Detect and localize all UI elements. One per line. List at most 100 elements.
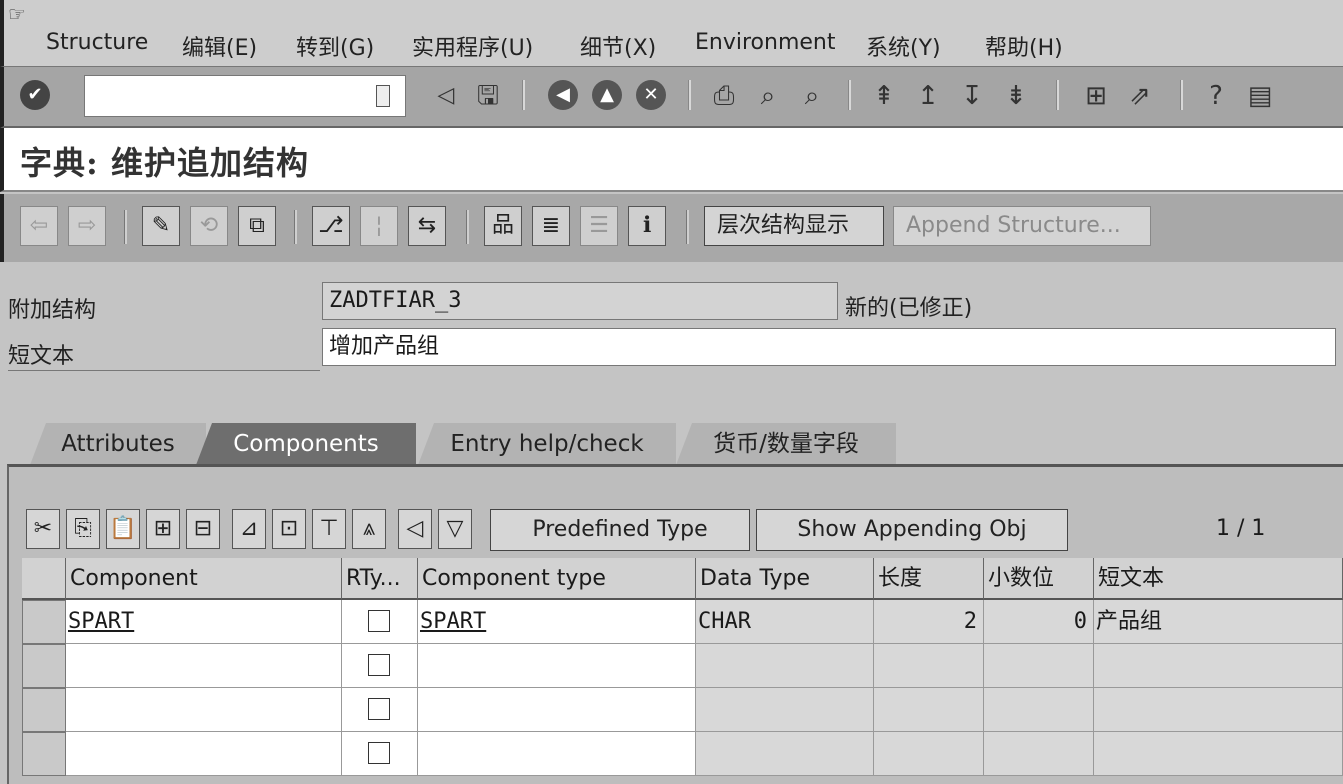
print-icon[interactable]: ⎙	[708, 78, 740, 114]
menu-corner-icon[interactable]: ☞	[8, 2, 26, 26]
save-icon[interactable]: 🖫	[472, 78, 504, 114]
tab-right-icon[interactable]: ▽	[438, 509, 472, 549]
append-structure-button[interactable]: Append Structure...	[893, 206, 1151, 246]
rtype-checkbox[interactable]	[368, 610, 390, 632]
column-header-decimals[interactable]: 小数位	[984, 558, 1094, 600]
column-header-data-type[interactable]: Data Type	[696, 558, 874, 600]
column-header-component[interactable]: Component	[66, 558, 342, 600]
menu-structure[interactable]: Structure	[46, 30, 148, 55]
activate-icon[interactable]: ⎇	[312, 206, 350, 246]
rtype-cell	[342, 644, 418, 688]
cut-row-icon[interactable]: ✂	[26, 509, 60, 549]
command-history-icon[interactable]	[376, 85, 390, 107]
collapse-icon[interactable]: ⩓	[352, 509, 386, 549]
menu-system[interactable]: 系统(Y)	[866, 30, 941, 62]
predefined-type-button[interactable]: Predefined Type	[490, 509, 750, 551]
menu-details[interactable]: 细节(X)	[580, 30, 656, 62]
menu-environment[interactable]: Environment	[695, 30, 835, 55]
last-page-icon[interactable]: ⇟	[1000, 78, 1032, 114]
component-cell[interactable]	[66, 688, 342, 732]
append-structure-field: ZADTFIAR_3	[322, 282, 838, 320]
back-arrow-icon[interactable]: ⇦	[20, 206, 58, 246]
column-header-length[interactable]: 长度	[874, 558, 984, 600]
new-session-icon[interactable]: ⊞	[1080, 78, 1112, 114]
component-type-cell[interactable]	[418, 732, 696, 776]
rtype-checkbox[interactable]	[368, 698, 390, 720]
data-type-cell	[696, 732, 874, 776]
menu-utilities[interactable]: 实用程序(U)	[412, 30, 533, 62]
find-icon[interactable]: ⌕	[752, 78, 784, 114]
component-type-cell[interactable]	[418, 688, 696, 732]
row-selector[interactable]	[22, 688, 66, 732]
command-field[interactable]	[84, 75, 406, 117]
show-appending-obj-button[interactable]: Show Appending Obj	[756, 509, 1068, 551]
length-cell	[874, 688, 984, 732]
row-selector-header[interactable]	[22, 558, 66, 600]
length-cell	[874, 732, 984, 776]
decimals-cell	[984, 688, 1094, 732]
expand-icon[interactable]: ⊡	[272, 509, 306, 549]
enter-check-icon[interactable]: ✔	[20, 80, 50, 110]
find-next-icon[interactable]: ⌕	[796, 78, 828, 114]
display-change-icon[interactable]: ✎	[142, 206, 180, 246]
hierarchy-display-button[interactable]: 层次结构显示	[704, 206, 884, 246]
info-icon[interactable]: ℹ	[628, 206, 666, 246]
component-type-cell[interactable]	[418, 644, 696, 688]
forward-arrow-icon[interactable]: ⇨	[68, 206, 106, 246]
append-structure-label: 附加结构	[8, 298, 97, 323]
shortcut-icon[interactable]: ⇗	[1124, 78, 1156, 114]
short-text-field[interactable]: 增加产品组	[322, 328, 1336, 366]
include-icon[interactable]: ⊤	[312, 509, 346, 549]
list-icon[interactable]: ☰	[580, 206, 618, 246]
insert-row-icon[interactable]: ⊞	[146, 509, 180, 549]
help-icon[interactable]: ?	[1200, 78, 1232, 114]
filter-icon[interactable]: ⊿	[232, 509, 266, 549]
object-list-icon[interactable]: ⇆	[408, 206, 446, 246]
collapse-left-icon[interactable]: ◁	[430, 78, 462, 114]
tab-entry-help-check[interactable]: Entry help/check	[418, 423, 676, 465]
delete-row-icon[interactable]: ⊟	[186, 509, 220, 549]
separator	[1180, 80, 1183, 110]
menu-goto[interactable]: 转到(G)	[296, 30, 374, 62]
row-selector[interactable]	[22, 732, 66, 776]
menu-edit[interactable]: 编辑(E)	[182, 30, 257, 62]
tab-components[interactable]: Components	[196, 423, 416, 465]
decimals-cell	[984, 644, 1094, 688]
layout-menu-icon[interactable]: ▤	[1244, 78, 1276, 114]
component-cell[interactable]	[66, 644, 342, 688]
rtype-cell	[342, 600, 418, 644]
previous-page-icon[interactable]: ↥	[912, 78, 944, 114]
tab-currency-quantity-fields[interactable]: 货币/数量字段	[676, 423, 896, 465]
where-used-icon[interactable]: ¦	[360, 206, 398, 246]
rtype-checkbox[interactable]	[368, 654, 390, 676]
row-selector[interactable]	[22, 644, 66, 688]
short-text-cell	[1094, 644, 1343, 688]
rtype-checkbox[interactable]	[368, 742, 390, 764]
decimals-cell: 0	[984, 600, 1094, 644]
copy-row-icon[interactable]: ⎘	[66, 509, 100, 549]
cancel-icon[interactable]: ✕	[636, 80, 666, 110]
short-text-label: 短文本	[8, 338, 320, 371]
graphic-icon[interactable]: ≣	[532, 206, 570, 246]
menu-help[interactable]: 帮助(H)	[985, 30, 1063, 62]
next-page-icon[interactable]: ↧	[956, 78, 988, 114]
column-header-component-type[interactable]: Component type	[418, 558, 696, 600]
data-type-cell	[696, 688, 874, 732]
component-cell[interactable]: SPART	[66, 600, 342, 644]
rtype-cell	[342, 688, 418, 732]
length-cell	[874, 644, 984, 688]
column-header-short-text[interactable]: 短文本	[1094, 558, 1343, 600]
hierarchy-icon[interactable]: 品	[484, 206, 522, 246]
back-icon[interactable]: ◀	[548, 80, 578, 110]
tab-left-icon[interactable]: ◁	[398, 509, 432, 549]
other-object-icon[interactable]: ⟲	[190, 206, 228, 246]
first-page-icon[interactable]: ⇞	[868, 78, 900, 114]
row-selector[interactable]	[22, 600, 66, 644]
component-cell[interactable]	[66, 732, 342, 776]
paste-row-icon[interactable]: 📋	[106, 509, 140, 549]
component-type-cell[interactable]: SPART	[418, 600, 696, 644]
exit-icon[interactable]: ▲	[592, 80, 622, 110]
check-icon[interactable]: ⧉	[238, 206, 276, 246]
tab-attributes[interactable]: Attributes	[30, 423, 206, 465]
column-header-rtype[interactable]: RTy...	[342, 558, 418, 600]
